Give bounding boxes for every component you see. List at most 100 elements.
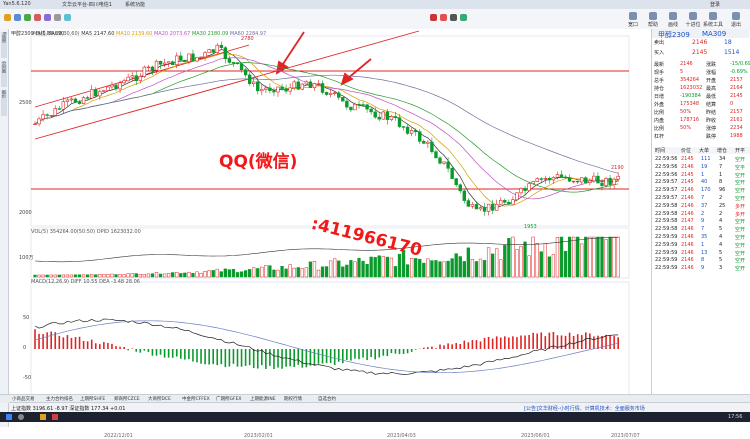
candle	[223, 47, 228, 60]
candle	[580, 177, 584, 183]
volume-bar	[357, 257, 361, 278]
home-icon[interactable]	[4, 14, 11, 21]
volume-bar	[345, 264, 349, 278]
volume-bar	[612, 236, 616, 278]
toolbar-btn-tools[interactable]: 系统工具	[702, 12, 724, 28]
candle	[332, 92, 337, 94]
candle	[158, 60, 163, 65]
volume-bar	[86, 274, 90, 278]
volume-bar	[158, 273, 163, 278]
candle	[41, 114, 45, 120]
chart-area[interactable]: 甲醇2309 日线 MA690 MA(5,10,20,30,60) MA5 21…	[9, 29, 651, 439]
quote-row: 日增 -190384 最低 2145	[654, 93, 743, 100]
candlestick-chart[interactable]: 2500 2000 2780 1953 2190 100万 50 0 -50	[9, 29, 651, 394]
candle	[215, 44, 219, 53]
volume-bar	[608, 236, 612, 278]
settings-icon[interactable]	[54, 14, 61, 21]
zoom-icon[interactable]	[44, 14, 51, 21]
candle	[523, 188, 527, 191]
candle	[276, 86, 280, 93]
sidebar-tab-kline[interactable]: K线图	[1, 32, 7, 58]
volume-bar	[53, 274, 57, 278]
candle	[65, 99, 70, 102]
tick-row: 22:59:59 2146 9 3 空开	[655, 265, 746, 273]
candle	[199, 56, 203, 59]
quote-row: 持仓 1623032 最高 2164	[654, 85, 743, 92]
toolbar-btn-help[interactable]: 帮助	[642, 12, 664, 28]
volume-bar	[341, 266, 345, 278]
macd-tick-0: 0	[23, 345, 26, 351]
volume-bar	[446, 260, 450, 278]
toolbar-btn-window[interactable]: 宽口	[622, 12, 644, 28]
sidebar-tab-quote[interactable]: 报价	[1, 90, 7, 116]
candle	[588, 180, 592, 183]
volume-bar	[33, 274, 37, 278]
volume-bar	[478, 258, 483, 278]
abc-icon[interactable]	[430, 14, 437, 21]
start-icon[interactable]	[6, 414, 12, 420]
left-sidebar: K线图 分时图 报价	[0, 29, 9, 427]
candle	[430, 141, 434, 152]
save-icon[interactable]	[460, 14, 467, 21]
candle	[211, 49, 215, 53]
volume-bar	[474, 261, 479, 278]
quote-header: 甲醇2309 MA309	[652, 29, 749, 39]
menu-item-system[interactable]: 系统功能	[125, 1, 145, 8]
news-ticker[interactable]: [公告]文华财经-小时行情、计算机技术：全面服务市场	[524, 405, 645, 412]
volume-bar	[272, 269, 276, 278]
search-icon[interactable]	[18, 414, 24, 420]
volume-bar	[576, 236, 580, 278]
tick-row: 22:59:59 2146 1 4 空开	[655, 241, 746, 249]
tick-row: 22:59:57 2146 7 2 空开	[655, 195, 746, 202]
candle	[503, 200, 507, 203]
menu-item-platform[interactable]: 文华云平台-四川电信1	[62, 1, 112, 8]
toolbar-btn-crosshair[interactable]: 十进位	[682, 12, 704, 28]
candle	[77, 101, 82, 104]
volume-bar	[320, 266, 325, 278]
sidebar-tab-timeshare[interactable]: 分时图	[1, 61, 7, 87]
volume-bar	[179, 273, 183, 278]
index-ticker: 上证指数 3196.61 -8.97 深证指数 177.34 +0.01	[11, 406, 126, 412]
candle	[442, 161, 446, 164]
toolbar-btn-draw[interactable]: 画线	[662, 12, 684, 28]
candle	[252, 81, 256, 84]
volume-bar	[450, 258, 454, 278]
chart-icon[interactable]	[64, 14, 71, 21]
candle	[466, 200, 471, 207]
candle	[604, 177, 608, 186]
volume-bar	[142, 273, 146, 278]
login-link[interactable]: 登录	[710, 1, 720, 8]
volume-bar	[551, 254, 556, 278]
print-icon[interactable]	[450, 14, 457, 21]
toolbar-btn-exit[interactable]: 退出	[725, 12, 747, 28]
candle	[207, 49, 211, 53]
folder-icon[interactable]	[40, 414, 46, 420]
candle	[110, 84, 114, 88]
volume-bar	[535, 243, 539, 278]
volume-bar	[410, 258, 414, 278]
forward-icon[interactable]	[24, 14, 31, 21]
volume-bar	[41, 274, 45, 278]
volume-legend: VOL(5) 354264.00(50:50) OPID 1623032.00	[31, 229, 141, 235]
volume-bar	[519, 245, 523, 278]
quote-code: MA309	[702, 30, 727, 38]
volume-bar	[162, 273, 167, 278]
volume-bar	[385, 256, 390, 278]
volume-bar	[486, 247, 491, 278]
refresh-icon[interactable]	[34, 14, 41, 21]
quote-row: 现手 5 涨幅 -0.69%	[654, 69, 748, 76]
quote-row: 外盘 175348 结算 0	[654, 101, 734, 108]
candle	[296, 81, 300, 90]
record-icon[interactable]	[440, 14, 447, 21]
candle	[142, 66, 147, 77]
volume-bar	[523, 241, 527, 278]
app-icon[interactable]	[52, 414, 58, 420]
volume-bar	[507, 238, 511, 278]
candle	[114, 84, 118, 90]
volume-bar	[543, 243, 547, 278]
volume-bar	[81, 274, 86, 278]
candle	[474, 204, 479, 210]
back-icon[interactable]	[14, 14, 21, 21]
tick-row: 22:59:57 2145 40 8 空开	[655, 179, 746, 187]
candle	[45, 114, 49, 116]
